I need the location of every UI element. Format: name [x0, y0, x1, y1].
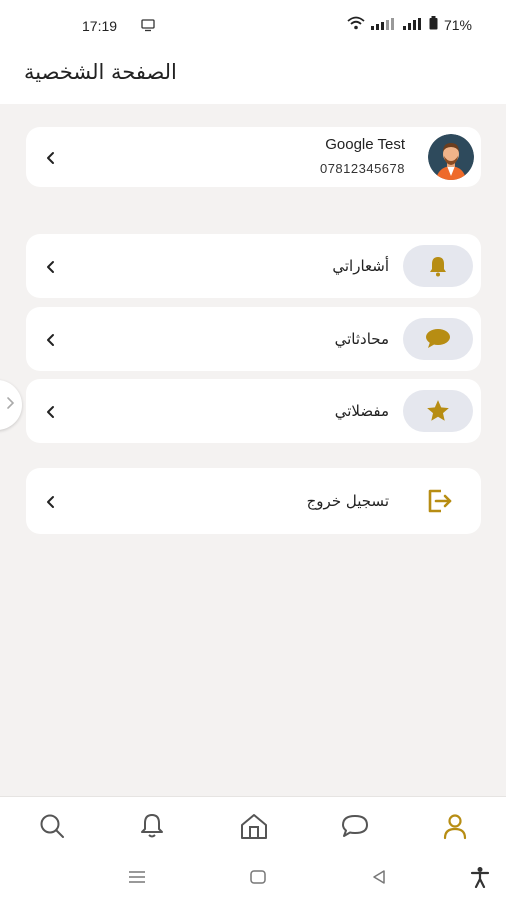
star-icon	[403, 390, 473, 432]
accessibility-icon[interactable]	[468, 866, 492, 888]
chevron-left-icon	[44, 332, 58, 346]
logout-button[interactable]: تسجيل خروج	[26, 468, 481, 534]
menu-item-notifications[interactable]: أشعاراتي	[26, 234, 481, 298]
signal-icon-2	[402, 17, 423, 33]
status-time: 17:19	[82, 18, 118, 34]
menu-item-label: محادثاتي	[334, 330, 389, 348]
menu-item-label: مفضلاتي	[334, 402, 389, 420]
content-area	[0, 104, 506, 796]
logout-icon	[425, 487, 453, 515]
chevron-left-icon	[44, 150, 58, 164]
avatar-man-icon	[428, 134, 474, 180]
battery-level: 71%	[443, 16, 472, 33]
bell-icon	[403, 245, 473, 287]
system-nav-bar	[0, 856, 506, 900]
battery-icon	[429, 16, 438, 33]
cast-icon	[141, 18, 155, 36]
bell-icon[interactable]	[135, 811, 169, 841]
logout-label: تسجيل خروج	[306, 492, 389, 510]
search-icon[interactable]	[35, 811, 69, 841]
home-icon[interactable]	[237, 811, 271, 841]
chevron-left-icon	[44, 494, 58, 508]
back-icon[interactable]	[367, 866, 391, 888]
menu-item-favorites[interactable]: مفضلاتي	[26, 379, 481, 443]
chevron-left-icon	[44, 404, 58, 418]
page-title: الصفحة الشخصية	[24, 60, 177, 84]
profile-phone: 07812345678	[319, 161, 405, 176]
chevron-left-icon	[44, 259, 58, 273]
chevron-right-icon	[4, 395, 16, 411]
chat-bubble-icon	[403, 318, 473, 360]
menu-item-label: أشعاراتي	[332, 257, 389, 275]
bottom-nav	[0, 796, 506, 856]
recents-icon[interactable]	[125, 866, 149, 888]
profile-icon[interactable]	[438, 811, 472, 841]
menu-item-chats[interactable]: محادثاتي	[26, 307, 481, 371]
app-bar: الصفحة الشخصية	[0, 50, 506, 104]
profile-name: Google Test	[325, 136, 405, 153]
chat-icon[interactable]	[338, 811, 372, 841]
wifi-icon	[347, 16, 365, 33]
status-bar: 17:19 71%	[0, 0, 506, 50]
profile-card[interactable]: Google Test 07812345678	[26, 127, 481, 187]
signal-icon	[370, 17, 397, 33]
home-square-icon[interactable]	[246, 866, 270, 888]
